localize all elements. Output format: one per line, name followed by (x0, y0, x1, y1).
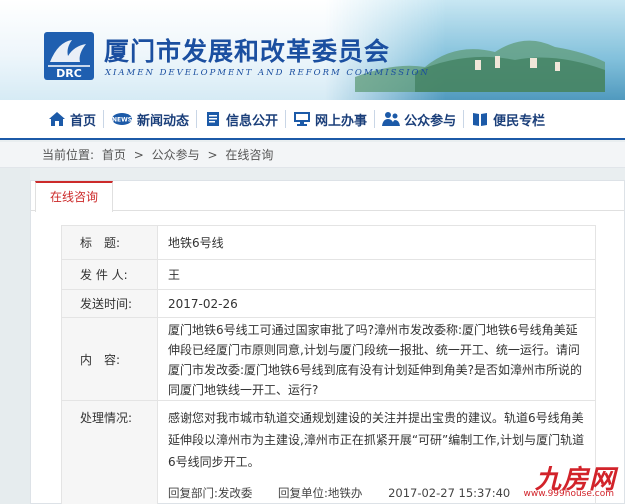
tab-bar: 在线咨询 (31, 181, 624, 212)
breadcrumb-separator: > (133, 148, 144, 162)
nav-item-home[interactable]: 首页 (0, 99, 103, 139)
sender-label: 发 件 人: (61, 259, 158, 290)
site-title: 厦门市发展和改革委员会 (104, 37, 391, 66)
breadcrumb-current[interactable]: 在线咨询 (225, 148, 273, 162)
computer-icon (294, 112, 311, 126)
content-label: 内 容: (61, 317, 158, 401)
title-value: 地铁6号线 (157, 225, 596, 260)
breadcrumb-public[interactable]: 公众参与 (152, 148, 200, 162)
breadcrumb-home[interactable]: 首页 (102, 148, 126, 162)
time-label: 发送时间: (61, 289, 158, 318)
nav-item-online[interactable]: 网上办事 (286, 99, 374, 139)
breadcrumb: 当前位置: 首页 > 公众参与 > 在线咨询 (0, 142, 625, 168)
logo-text: DRC (56, 67, 82, 80)
reply-dept: 回复部门:发改委 (168, 486, 253, 500)
nav-label: 公众参与 (404, 113, 457, 129)
people-icon (382, 112, 401, 126)
document-icon (207, 112, 220, 126)
title-label: 标 题: (61, 225, 158, 260)
nav-label: 网上办事 (315, 113, 368, 129)
site-subtitle: XIAMEN DEVELOPMENT AND REFORM COMMISSION (105, 68, 430, 78)
book-icon (473, 113, 488, 126)
island-illustration (355, 40, 605, 92)
tab-online-consult[interactable]: 在线咨询 (35, 181, 113, 212)
nav-label: 信息公开 (226, 113, 279, 129)
reply-unit: 回复单位:地铁办 (278, 486, 363, 500)
nav-item-public[interactable]: 公众参与 (375, 99, 463, 139)
watermark-url: www.999house.com (523, 489, 614, 499)
watermark-logo: 九房网 www.999house.com (498, 459, 616, 499)
nav-item-service[interactable]: 便民专栏 (464, 99, 552, 139)
nav-item-news[interactable]: NEWS 新闻动态 (104, 99, 196, 139)
content-panel: 在线咨询 标 题: 地铁6号线 发 件 人: 王 发送时间: 2017-02-2… (30, 180, 625, 504)
side-background (0, 168, 30, 504)
news-icon: NEWS (112, 113, 132, 125)
breadcrumb-prefix: 当前位置: (42, 148, 95, 162)
home-icon (49, 112, 65, 126)
sender-value: 王 (157, 259, 596, 290)
nav-label: 新闻动态 (137, 113, 190, 129)
main-nav: 首页 NEWS 新闻动态 信息公开 网上办事 公众参与 便民专栏 (0, 100, 625, 140)
drc-logo: DRC (44, 32, 94, 80)
content-value: 厦门地铁6号线工可通过国家审批了吗?漳州市发改委称:厦门地铁6号线角美延伸段已经… (168, 323, 583, 397)
nav-label: 首页 (70, 113, 97, 129)
breadcrumb-separator: > (207, 148, 218, 162)
nav-label: 便民专栏 (493, 113, 546, 129)
header-banner: DRC 厦门市发展和改革委员会 XIAMEN DEVELOPMENT AND R… (0, 0, 625, 100)
time-value: 2017-02-26 (157, 289, 596, 318)
nav-item-info[interactable]: 信息公开 (197, 99, 285, 139)
reply-time: 2017-02-27 15:37:40 (388, 486, 511, 500)
svg-text:NEWS: NEWS (112, 117, 132, 124)
reply-label: 处理情况: (61, 400, 158, 504)
